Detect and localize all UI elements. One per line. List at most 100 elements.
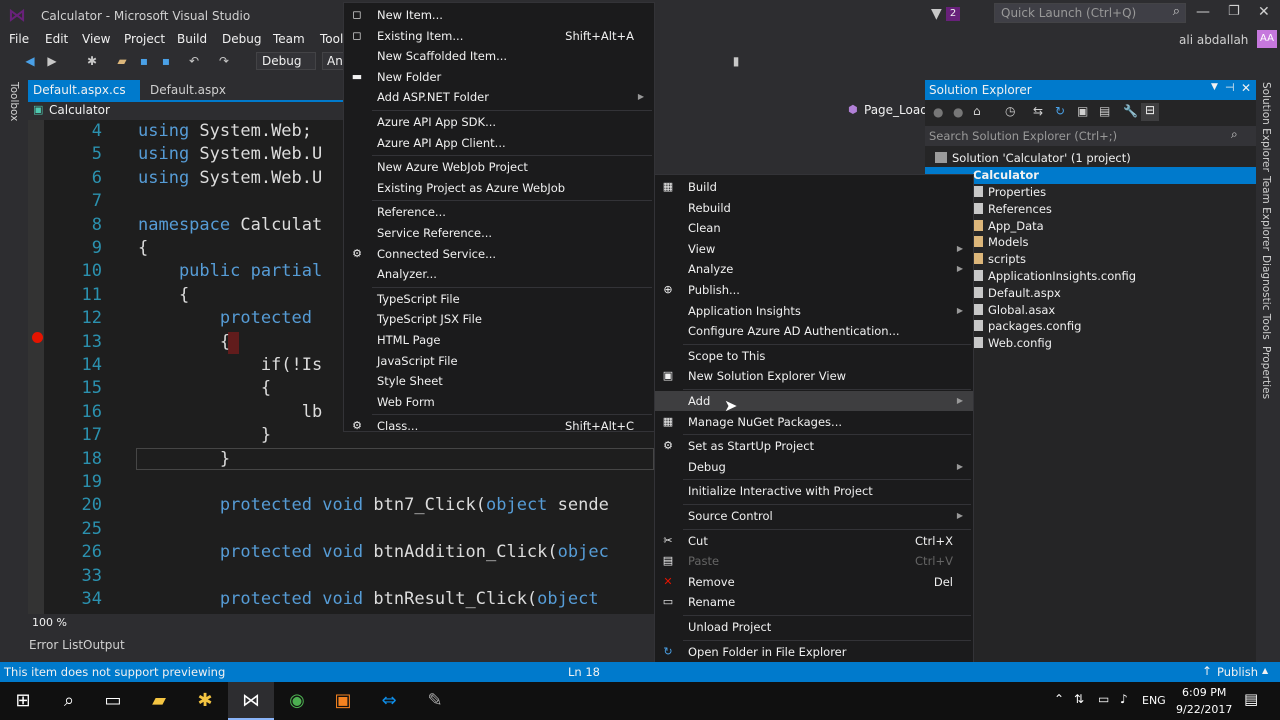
filter-icon[interactable]: ▼: [931, 6, 942, 22]
menu-project[interactable]: Project: [124, 30, 165, 50]
windows-start-icon[interactable]: ⊞: [0, 682, 46, 720]
solution-item[interactable]: References: [971, 201, 1052, 218]
diagnostic-tools-side-tab[interactable]: Diagnostic Tools: [1260, 255, 1272, 340]
quick-launch-input[interactable]: Quick Launch (Ctrl+Q) ⌕: [994, 3, 1186, 23]
menu-item-scope-to-this[interactable]: Scope to This: [655, 346, 973, 366]
dropdown-arrow-icon[interactable]: ▼: [1211, 82, 1218, 92]
menu-item-azure-api-app-client[interactable]: Azure API App Client...: [344, 133, 654, 153]
menu-item-add-asp-net-folder[interactable]: Add ASP.NET Folder ▶: [344, 87, 654, 107]
menu-view[interactable]: View: [82, 30, 110, 50]
pin-icon[interactable]: ⊣: [1225, 81, 1235, 94]
solution-item[interactable]: App_Data: [971, 218, 1044, 235]
code-line[interactable]: public partial: [138, 260, 322, 283]
menu-item-set-as-startup-project[interactable]: ⚙ Set as StartUp Project: [655, 436, 973, 456]
solution-item[interactable]: Global.asax: [971, 302, 1055, 319]
output-tab[interactable]: Output: [83, 638, 125, 652]
menu-item-rename[interactable]: ▭ Rename: [655, 592, 973, 612]
menu-item-class[interactable]: ⚙ Class... Shift+Alt+C: [344, 416, 654, 436]
preview-icon[interactable]: ⊟: [1141, 103, 1159, 121]
zoom-level[interactable]: 100 %: [32, 616, 67, 629]
action-center-icon[interactable]: ▤: [1244, 690, 1258, 708]
menu-item-new-azure-webjob-project[interactable]: New Azure WebJob Project: [344, 157, 654, 177]
open-icon[interactable]: ▰: [114, 53, 130, 69]
back-icon[interactable]: ●: [933, 105, 943, 119]
menu-item-publish[interactable]: ⊕ Publish...: [655, 280, 973, 300]
menu-item-typescript-file[interactable]: TypeScript File: [344, 289, 654, 309]
tool-app-icon[interactable]: ✎: [412, 682, 458, 720]
solution-node[interactable]: Solution 'Calculator' (1 project): [935, 150, 1131, 167]
volume-icon[interactable]: ♪: [1120, 692, 1128, 706]
menu-item-configure-azure-ad-authentication[interactable]: Configure Azure AD Authentication...: [655, 321, 973, 341]
clock-time[interactable]: 6:09 PM: [1182, 686, 1226, 699]
solution-item[interactable]: Web.config: [971, 335, 1052, 352]
sync-icon[interactable]: ⇆: [1033, 104, 1043, 118]
team-explorer-side-tab[interactable]: Team Explorer: [1260, 176, 1272, 251]
menu-team[interactable]: Team: [273, 30, 305, 50]
project-node[interactable]: Calculator: [925, 167, 1256, 184]
show-all-icon[interactable]: ▤: [1099, 104, 1110, 118]
save-icon[interactable]: ▪: [136, 53, 152, 69]
menu-item-analyze[interactable]: Analyze ▶: [655, 259, 973, 279]
menu-item-new-item[interactable]: ◻ New Item...: [344, 5, 654, 25]
menu-item-manage-nuget-packages[interactable]: ▦ Manage NuGet Packages...: [655, 412, 973, 432]
code-line[interactable]: protected: [138, 307, 312, 330]
home-icon[interactable]: ⌂: [973, 104, 981, 118]
close-icon[interactable]: ✕: [1241, 81, 1251, 95]
menu-file[interactable]: File: [9, 30, 29, 50]
redo-icon[interactable]: ↷: [216, 53, 232, 69]
notification-badge[interactable]: 2: [946, 7, 960, 21]
menu-item-unload-project[interactable]: Unload Project: [655, 617, 973, 637]
menu-item-connected-service[interactable]: ⚙ Connected Service...: [344, 244, 654, 264]
code-line[interactable]: using System.Web.U: [138, 167, 322, 190]
properties-side-tab[interactable]: Properties: [1260, 346, 1272, 399]
save-all-icon[interactable]: ▪: [158, 53, 174, 69]
code-line[interactable]: {: [138, 377, 271, 400]
code-line[interactable]: {: [138, 284, 189, 307]
menu-item-existing-project-as-azure-webjob[interactable]: Existing Project as Azure WebJob: [344, 178, 654, 198]
menu-item-javascript-file[interactable]: JavaScript File: [344, 351, 654, 371]
minimize-button[interactable]: —: [1196, 4, 1210, 20]
menu-item-build[interactable]: ▦ Build: [655, 177, 973, 197]
code-line[interactable]: {: [138, 331, 230, 354]
menu-item-remove[interactable]: ✕ Remove Del: [655, 572, 973, 592]
menu-debug[interactable]: Debug: [222, 30, 261, 50]
code-line[interactable]: using System.Web;: [138, 120, 312, 143]
menu-item-new-folder[interactable]: ▬ New Folder: [344, 67, 654, 87]
solution-item[interactable]: ApplicationInsights.config: [971, 268, 1136, 285]
refresh-icon[interactable]: ↻: [1055, 104, 1065, 118]
doc-tab-active[interactable]: Default.aspx.cs: [28, 80, 140, 100]
menu-item-paste[interactable]: ▤ Paste Ctrl+V: [655, 551, 973, 571]
menu-item-service-reference[interactable]: Service Reference...: [344, 223, 654, 243]
config-dropdown[interactable]: Debug: [256, 52, 316, 70]
menu-item-web-form[interactable]: Web Form: [344, 392, 654, 412]
code-line[interactable]: lb: [138, 401, 322, 424]
menu-item-rebuild[interactable]: Rebuild: [655, 198, 973, 218]
menu-item-source-control[interactable]: Source Control ▶: [655, 506, 973, 526]
menu-item-cut[interactable]: ✂ Cut Ctrl+X: [655, 531, 973, 551]
visual-studio-taskbar-icon[interactable]: ⋈: [228, 682, 274, 720]
menu-item-new-solution-explorer-view[interactable]: ▣ New Solution Explorer View: [655, 366, 973, 386]
menu-edit[interactable]: Edit: [45, 30, 68, 50]
user-avatar[interactable]: AA: [1257, 30, 1277, 48]
solution-search-input[interactable]: Search Solution Explorer (Ctrl+;) ⌕: [925, 126, 1256, 146]
menu-tools[interactable]: Tool: [320, 30, 343, 50]
code-line[interactable]: protected void btnResult_Click(object: [138, 588, 599, 611]
menu-build[interactable]: Build: [177, 30, 207, 50]
back-icon[interactable]: ◀: [22, 53, 38, 69]
code-line[interactable]: namespace Calculat: [138, 214, 322, 237]
menu-item-analyzer[interactable]: Analyzer...: [344, 264, 654, 284]
app-icon[interactable]: ✱: [182, 682, 228, 720]
solution-explorer-side-tab[interactable]: Solution Explorer: [1260, 82, 1272, 172]
nav-member-dropdown[interactable]: ⬢ Page_Loadi: [848, 102, 931, 120]
maximize-button[interactable]: ❐: [1228, 4, 1240, 19]
forward-icon[interactable]: ▶: [44, 53, 60, 69]
code-line[interactable]: {: [138, 237, 148, 260]
toolbox-tab[interactable]: Toolbox: [8, 82, 20, 121]
tray-chevron-icon[interactable]: ⌃: [1054, 692, 1064, 706]
task-view-icon[interactable]: ▭: [90, 682, 136, 720]
menu-item-initialize-interactive-with-project[interactable]: Initialize Interactive with Project: [655, 481, 973, 501]
menu-item-view[interactable]: View ▶: [655, 239, 973, 259]
menu-item-existing-item[interactable]: ◻ Existing Item... Shift+Alt+A: [344, 26, 654, 46]
code-line[interactable]: protected void btnAddition_Click(objec: [138, 541, 609, 564]
publish-dropdown-icon[interactable]: ▲: [1262, 666, 1268, 675]
